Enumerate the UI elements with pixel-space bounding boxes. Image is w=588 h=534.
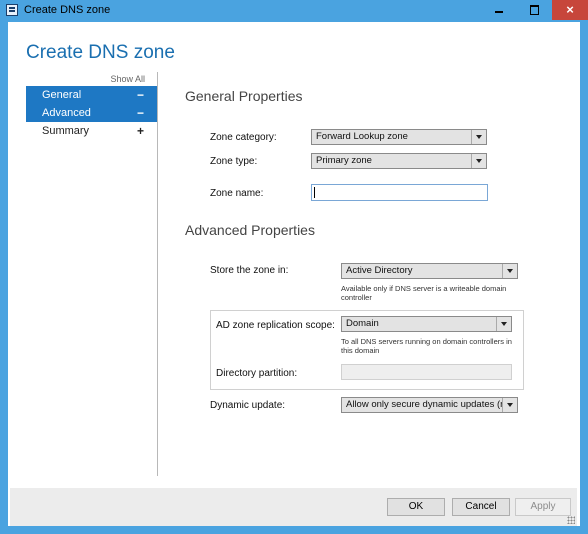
expand-icon[interactable]: + xyxy=(137,122,144,140)
store-zone-select[interactable]: Active Directory xyxy=(341,263,518,279)
dialog-content: Create DNS zone Show All General − Advan… xyxy=(8,22,580,526)
text-cursor xyxy=(314,187,315,198)
resize-grip-icon[interactable] xyxy=(567,516,575,524)
replication-scope-label: AD zone replication scope: xyxy=(216,320,335,331)
page-title: Create DNS zone xyxy=(26,42,175,63)
zone-category-select[interactable]: Forward Lookup zone xyxy=(311,129,487,145)
window-title: Create DNS zone xyxy=(24,4,111,16)
title-bar[interactable]: Create DNS zone × xyxy=(0,0,588,22)
dialog-footer: OK Cancel Apply xyxy=(10,488,577,526)
maximize-button[interactable] xyxy=(517,0,551,20)
zone-category-label: Zone category: xyxy=(210,132,277,143)
collapse-icon[interactable]: − xyxy=(137,86,144,104)
close-button[interactable]: × xyxy=(552,0,588,20)
zone-name-label: Zone name: xyxy=(210,188,264,199)
sidebar-item-general[interactable]: General − xyxy=(26,86,157,104)
ok-button[interactable]: OK xyxy=(387,498,445,516)
show-all-link[interactable]: Show All xyxy=(110,74,145,84)
dynamic-update-label: Dynamic update: xyxy=(210,400,286,411)
store-zone-value: Active Directory xyxy=(346,265,413,276)
zone-name-input[interactable] xyxy=(311,184,488,201)
zone-type-select[interactable]: Primary zone xyxy=(311,153,487,169)
sidebar-item-label: Summary xyxy=(42,125,90,137)
dns-manager-icon xyxy=(6,4,18,16)
sidebar-item-advanced[interactable]: Advanced − xyxy=(26,104,157,122)
zone-category-value: Forward Lookup zone xyxy=(316,131,408,142)
advanced-properties-heading: Advanced Properties xyxy=(185,222,315,238)
chevron-down-icon xyxy=(496,317,511,331)
replication-scope-select[interactable]: Domain xyxy=(341,316,512,332)
general-properties-heading: General Properties xyxy=(185,88,303,104)
replication-scope-value: Domain xyxy=(346,318,379,329)
sidebar: Show All General − Advanced − Summary + xyxy=(26,72,158,476)
cancel-button[interactable]: Cancel xyxy=(452,498,510,516)
zone-type-value: Primary zone xyxy=(316,155,372,166)
directory-partition-field xyxy=(341,364,512,380)
sidebar-item-label: Advanced xyxy=(42,107,91,119)
chevron-down-icon xyxy=(502,264,517,278)
chevron-down-icon xyxy=(471,154,486,168)
store-zone-note: Available only if DNS server is a writea… xyxy=(341,284,507,302)
minimize-button[interactable] xyxy=(482,0,516,20)
sidebar-item-summary[interactable]: Summary + xyxy=(26,122,157,140)
directory-partition-label: Directory partition: xyxy=(216,368,298,379)
zone-type-label: Zone type: xyxy=(210,156,258,167)
sidebar-item-label: General xyxy=(42,89,82,101)
dynamic-update-select[interactable]: Allow only secure dynamic updates (rec xyxy=(341,397,518,413)
store-zone-label: Store the zone in: xyxy=(210,265,289,276)
collapse-icon[interactable]: − xyxy=(137,104,144,122)
close-icon: × xyxy=(566,2,574,17)
dynamic-update-value: Allow only secure dynamic updates (rec xyxy=(346,399,514,410)
replication-scope-note: To all DNS servers running on domain con… xyxy=(341,337,512,355)
apply-button[interactable]: Apply xyxy=(515,498,571,516)
chevron-down-icon xyxy=(502,398,517,412)
chevron-down-icon xyxy=(471,130,486,144)
